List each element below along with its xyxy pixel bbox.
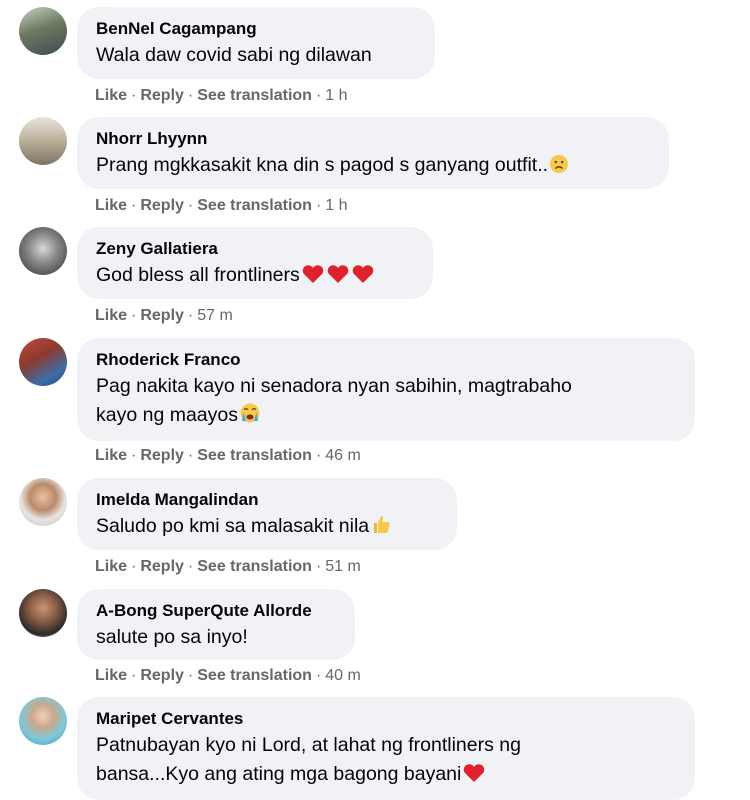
comment-text: Saludo po kmi sa malasakit nila [96,512,437,544]
comment-timestamp[interactable]: 1 h [325,87,347,104]
separator: · [315,197,322,214]
like-link[interactable]: Like [95,667,127,684]
comment-bubble: Nhorr Lhyynn Prang mgkkasakit kna din s … [77,117,669,189]
comment-actions: Like · Reply · See translation · 1 h [95,196,348,216]
comment-bubble: Rhoderick Franco Pag nakita kayo ni sena… [77,338,695,441]
comment-text-body: kayo ng maayos [96,404,238,426]
comment-text: Patnubayan kyo ni Lord, at lahat ng fron… [96,731,675,792]
comment-author[interactable]: Zeny Gallatiera [96,238,413,259]
avatar[interactable] [19,7,67,55]
comment-timestamp[interactable]: 46 m [325,447,361,464]
crying-face-emoji [239,402,261,433]
comment-text: salute po sa inyo! [96,626,248,648]
reply-link[interactable]: Reply [140,307,184,324]
avatar[interactable] [19,697,67,745]
reply-link[interactable]: Reply [140,197,184,214]
separator: · [315,667,322,684]
avatar[interactable] [19,589,67,637]
like-link[interactable]: Like [95,197,127,214]
separator: · [187,87,194,104]
comment-actions: Like · Reply · See translation · 51 m [95,557,361,577]
comment-author[interactable]: A-Bong SuperQute Allorde [96,600,335,621]
comment-text-body: bansa...Kyo ang ating mga bagong bayani [96,763,462,785]
comment-bubble: A-Bong SuperQute Allorde salute po sa in… [77,589,355,660]
comment-author[interactable]: Maripet Cervantes [96,708,675,729]
comment-author[interactable]: Rhoderick Franco [96,349,675,370]
avatar[interactable] [19,478,67,526]
comment-author[interactable]: Nhorr Lhyynn [96,128,649,149]
comment-text: Pag nakita kayo ni senadora nyan sabihin… [96,372,675,433]
comment-author[interactable]: Imelda Mangalindan [96,489,437,510]
avatar[interactable] [19,338,67,386]
comment-bubble: BenNel Cagampang Wala daw covid sabi ng … [77,7,435,79]
see-translation-link[interactable]: See translation [197,87,312,104]
avatar[interactable] [19,117,67,165]
comment-text-body: Prang mgkkasakit kna din s pagod s ganya… [96,154,549,176]
reply-link[interactable]: Reply [140,558,184,575]
comment-text-line: Pag nakita kayo ni senadora nyan sabihin… [96,375,572,397]
see-translation-link[interactable]: See translation [197,197,312,214]
comment-actions: Like · Reply · 57 m [95,306,233,326]
see-translation-link[interactable]: See translation [197,667,312,684]
comment-timestamp[interactable]: 40 m [325,667,361,684]
comment-actions: Like · Reply · See translation · 46 m [95,446,361,466]
red-heart-emoji [301,264,325,293]
comment-timestamp[interactable]: 1 h [325,197,347,214]
worried-face-emoji [549,154,569,183]
comment-text-line: Patnubayan kyo ni Lord, at lahat ng fron… [96,734,521,756]
comment-author[interactable]: BenNel Cagampang [96,18,415,39]
separator: · [131,447,137,464]
comment-timestamp[interactable]: 57 m [197,307,233,324]
comment-bubble: Maripet Cervantes Patnubayan kyo ni Lord… [77,697,695,800]
like-link[interactable]: Like [95,87,127,104]
like-link[interactable]: Like [95,447,127,464]
separator: · [187,667,194,684]
separator: · [131,667,137,684]
comment-text: Prang mgkkasakit kna din s pagod s ganya… [96,151,649,183]
comment-text-line: bansa...Kyo ang ating mga bagong bayani [96,760,675,792]
red-heart-emoji [351,264,375,293]
red-heart-emoji [462,763,486,792]
reply-link[interactable]: Reply [140,447,184,464]
separator: · [315,447,322,464]
comment-text-line: kayo ng maayos [96,401,675,433]
red-heart-emoji [326,264,350,293]
separator: · [315,87,322,104]
comment-text-body: Saludo po kmi sa malasakit nila [96,515,370,537]
avatar[interactable] [19,227,67,275]
thumbs-up-emoji [370,513,392,544]
separator: · [187,307,194,324]
see-translation-link[interactable]: See translation [197,447,312,464]
separator: · [187,197,194,214]
comment-bubble: Zeny Gallatiera God bless all frontliner… [77,227,433,299]
separator: · [131,197,137,214]
comment-actions: Like · Reply · See translation · 1 h [95,86,348,106]
reply-link[interactable]: Reply [140,87,184,104]
separator: · [315,558,322,575]
separator: · [187,558,194,575]
separator: · [131,307,137,324]
separator: · [131,558,137,575]
comment-text-body: God bless all frontliners [96,264,300,286]
reply-link[interactable]: Reply [140,667,184,684]
comment-text: God bless all frontliners [96,261,413,293]
comment-timestamp[interactable]: 51 m [325,558,361,575]
separator: · [187,447,194,464]
comment-text: Wala daw covid sabi ng dilawan [96,44,372,66]
like-link[interactable]: Like [95,307,127,324]
comment-bubble: Imelda Mangalindan Saludo po kmi sa mala… [77,478,457,550]
separator: · [131,87,137,104]
like-link[interactable]: Like [95,558,127,575]
see-translation-link[interactable]: See translation [197,558,312,575]
comment-actions: Like · Reply · See translation · 40 m [95,666,361,686]
